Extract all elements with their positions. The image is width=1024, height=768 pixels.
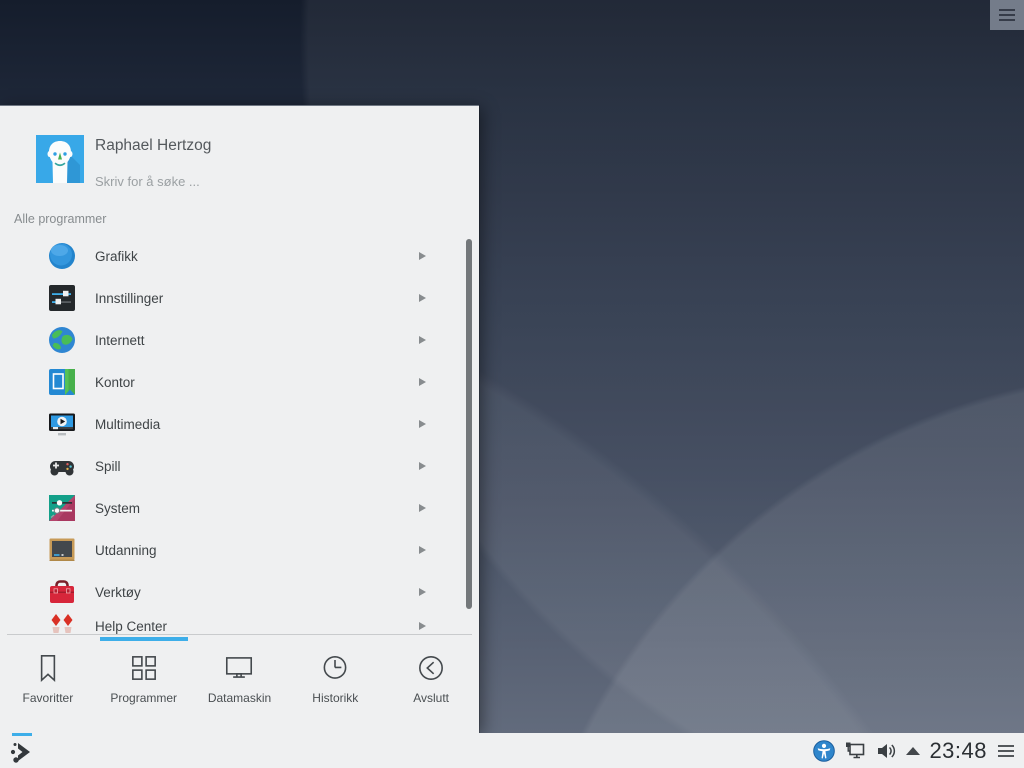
active-launcher-indicator [12,733,32,736]
menu-item-settings[interactable]: Innstillinger [0,277,479,319]
volume-icon[interactable] [875,740,897,762]
chevron-right-icon [419,294,426,302]
menu-item-label: Multimedia [95,417,160,432]
overflow-menu-icon[interactable] [996,743,1016,759]
chevron-right-icon [419,378,426,386]
office-document-icon [48,368,76,396]
leave-icon [414,651,448,685]
menu-item-label: Verktøy [95,585,141,600]
menu-item-label: Grafikk [95,249,138,264]
tab-label: Avslutt [413,691,449,705]
chevron-right-icon [419,252,426,260]
clock-icon [318,651,352,685]
menu-item-system[interactable]: System [0,487,479,529]
tab-label: Programmer [110,691,177,705]
menu-item-office[interactable]: Kontor [0,361,479,403]
menu-item-games[interactable]: Spill [0,445,479,487]
system-sliders-icon [48,494,76,522]
bookmark-icon [31,651,65,685]
network-wired-icon[interactable] [844,740,866,762]
tab-applications[interactable]: Programmer [96,642,192,734]
graphics-sphere-icon [48,242,76,270]
media-player-icon [48,410,76,438]
list-scrollbar[interactable] [466,239,472,609]
expand-tray-arrow-icon[interactable] [906,747,920,755]
chevron-right-icon [419,546,426,554]
menu-item-label: System [95,501,140,516]
accessibility-icon[interactable] [813,740,835,762]
digital-clock[interactable]: 23:48 [929,738,987,764]
chevron-right-icon [419,588,426,596]
help-icon [48,612,76,634]
menu-item-multimedia[interactable]: Multimedia [0,403,479,445]
tab-history[interactable]: Historikk [287,642,383,734]
tab-computer[interactable]: Datamaskin [192,642,288,734]
tab-label: Datamaskin [208,691,271,705]
taskbar-panel: 23:48 [0,733,1024,768]
menu-item-graphics[interactable]: Grafikk [0,235,479,277]
menu-item-label: Internett [95,333,145,348]
menu-item-education[interactable]: Utdanning [0,529,479,571]
category-list: Grafikk Innstillinger [0,234,479,634]
menu-item-label: Kontor [95,375,135,390]
chevron-right-icon [419,420,426,428]
hamburger-icon [999,9,1015,22]
gamepad-icon [48,452,76,480]
tab-label: Favoritter [23,691,74,705]
menu-item-label: Utdanning [95,543,157,558]
breadcrumb-all-programs: Alle programmer [14,212,106,226]
user-name: Raphael Hertzog [95,137,211,155]
menu-item-label: Innstillinger [95,291,163,306]
chevron-right-icon [419,336,426,344]
apps-grid-icon [127,651,161,685]
search-input[interactable]: Skriv for å søke ... [95,174,200,189]
menu-item-internet[interactable]: Internett [0,319,479,361]
blackboard-icon [48,536,76,564]
tab-favorites[interactable]: Favoritter [0,642,96,734]
desktop-toolbox-button[interactable] [990,0,1024,30]
launcher-tab-bar: Favoritter Programmer Datamaskin [0,642,479,734]
system-tray: 23:48 [813,733,1016,768]
desktop-wallpaper: Raphael Hertzog Skriv for å søke ... All… [0,0,1024,768]
application-launcher-button[interactable] [4,733,40,768]
globe-icon [48,326,76,354]
chevron-right-icon [419,504,426,512]
computer-icon [222,651,256,685]
toolbox-icon [48,578,76,606]
tab-label: Historikk [312,691,358,705]
chevron-right-icon [419,622,426,630]
menu-item-help-center[interactable]: Help Center [0,605,479,634]
active-tab-indicator [100,637,188,641]
chevron-right-icon [419,462,426,470]
application-launcher-popup: Raphael Hertzog Skriv for å søke ... All… [0,105,479,733]
menu-item-label: Help Center [95,619,167,634]
footer-divider [7,634,472,635]
user-avatar[interactable] [36,135,84,183]
kicker-launcher-icon [9,739,35,765]
menu-item-label: Spill [95,459,121,474]
settings-sliders-icon [48,284,76,312]
tab-leave[interactable]: Avslutt [383,642,479,734]
